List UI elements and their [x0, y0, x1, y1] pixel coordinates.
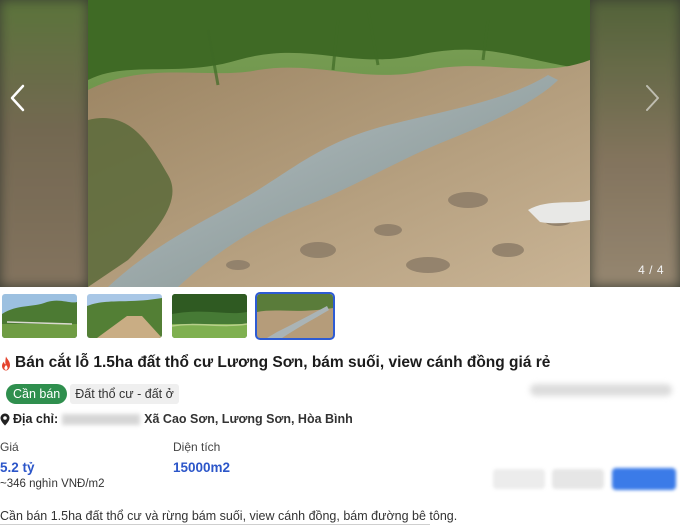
price-per-unit: ~346 nghìn VNĐ/m2	[0, 478, 105, 490]
image-gallery: 4 / 4	[0, 0, 680, 287]
divider	[0, 524, 430, 525]
blurred-meta-text	[530, 384, 672, 396]
tag-land-type[interactable]: Đất thổ cư - đất ở	[70, 384, 179, 404]
listing-tags: Cần bán Đất thổ cư - đất ở	[6, 384, 179, 404]
gallery-side-preview-left	[0, 0, 88, 287]
location-pin-icon	[0, 413, 10, 425]
chevron-right-icon	[646, 85, 659, 111]
chevron-left-icon	[10, 84, 25, 112]
gallery-side-preview-right	[590, 0, 680, 287]
thumbnail-2[interactable]	[87, 294, 162, 338]
area-label: Diện tích	[173, 440, 221, 454]
price-block: Giá 5.2 tỷ ~346 nghìn VNĐ/m2	[0, 440, 105, 490]
listing-description: Cần bán 1.5ha đất thổ cư và rừng bám suố…	[0, 509, 458, 523]
address-row: Địa chỉ: Xã Cao Sơn, Lương Sơn, Hòa Bình	[0, 412, 353, 426]
thumbnail-3[interactable]	[172, 294, 247, 338]
thumbnail-1[interactable]	[2, 294, 77, 338]
gallery-next-button[interactable]	[636, 80, 668, 116]
redacted-address	[62, 413, 141, 425]
main-photo[interactable]	[88, 0, 590, 287]
tag-for-sale[interactable]: Cần bán	[6, 384, 68, 404]
listing-title: Bán cắt lỗ 1.5ha đất thổ cư Lương Sơn, b…	[15, 354, 551, 371]
price-label: Giá	[0, 440, 19, 454]
price-value: 5.2 tỷ	[0, 460, 35, 475]
address-label: Địa chỉ:	[13, 412, 59, 426]
listing-title-row: Bán cắt lỗ 1.5ha đất thổ cư Lương Sơn, b…	[0, 354, 550, 372]
area-block: Diện tích 15000m2	[173, 440, 230, 475]
image-counter: 4 / 4	[638, 263, 664, 277]
contact-button[interactable]	[612, 468, 676, 490]
flame-icon	[2, 356, 10, 370]
thumbnail-strip	[2, 292, 335, 340]
area-value: 15000m2	[173, 460, 231, 475]
address-value: Xã Cao Sơn, Lương Sơn, Hòa Bình	[144, 412, 353, 426]
share-button[interactable]	[493, 469, 545, 489]
save-button[interactable]	[552, 469, 604, 489]
thumbnail-4[interactable]	[255, 292, 335, 340]
gallery-prev-button[interactable]	[2, 80, 34, 116]
